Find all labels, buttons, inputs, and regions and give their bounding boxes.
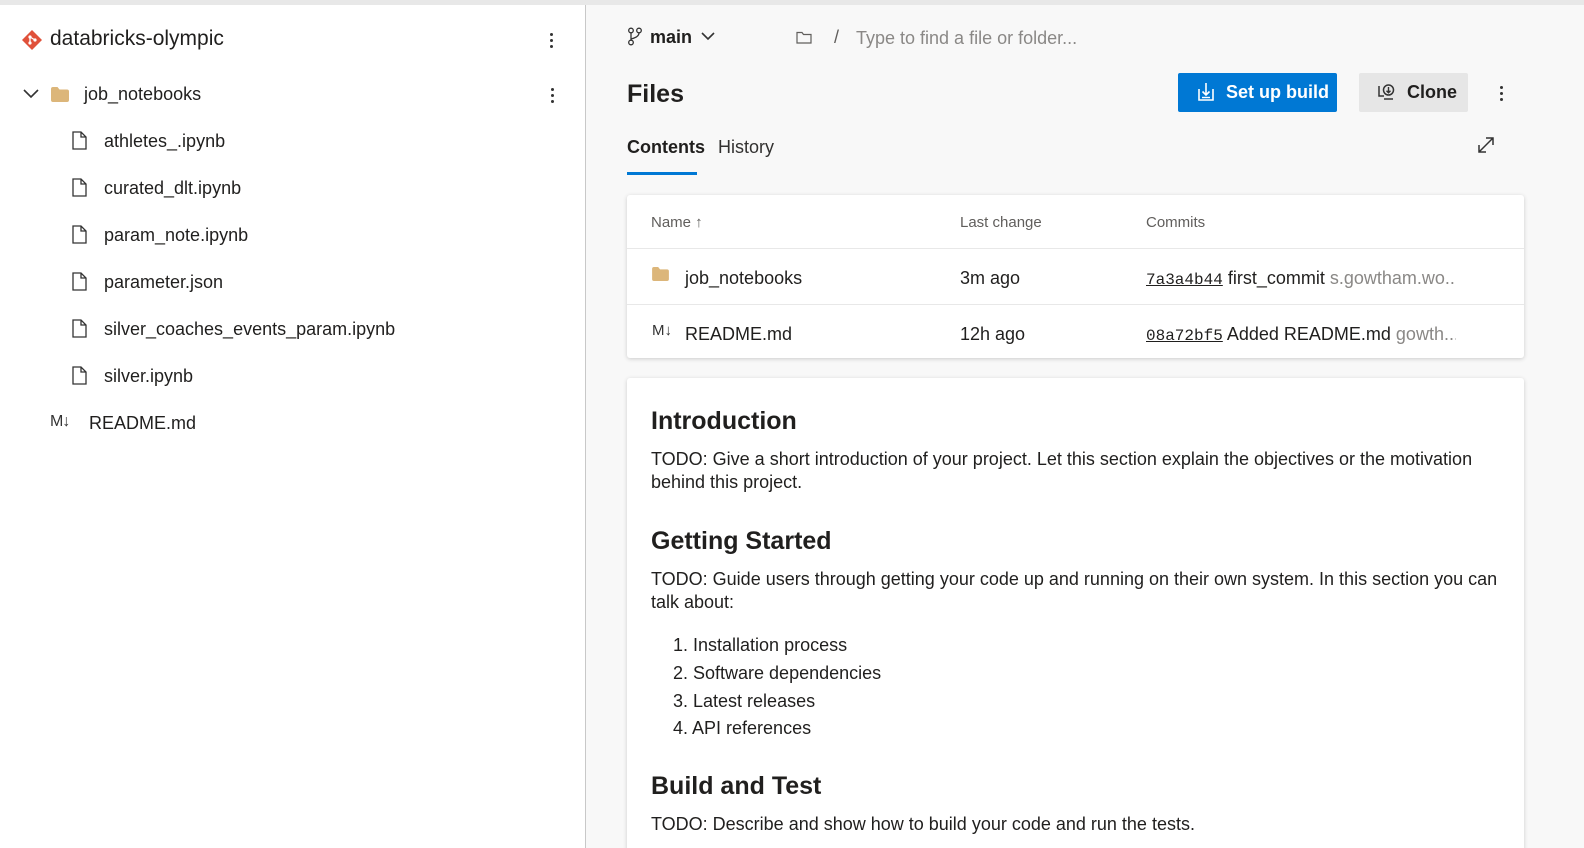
folder-more-options-button[interactable] — [542, 83, 562, 107]
tree-file-item[interactable]: param_note.ipynb — [0, 221, 586, 251]
repo-header: databricks-olympic — [0, 23, 586, 57]
tree-file-label: silver_coaches_events_param.ipynb — [104, 319, 396, 339]
folder-icon — [51, 87, 69, 102]
row-commit: 7a3a4b44 first_commit s.gowtham.wo... — [1146, 268, 1456, 289]
clone-button[interactable]: Clone — [1359, 73, 1468, 112]
file-icon — [72, 366, 87, 385]
column-header-commits: Commits — [1146, 214, 1206, 231]
setup-build-button[interactable]: Set up build — [1178, 73, 1337, 112]
file-icon — [72, 272, 87, 291]
tree-file-item[interactable]: curated_dlt.ipynb — [0, 174, 586, 204]
readme-paragraph-introduction: TODO: Give a short introduction of your … — [651, 449, 1473, 492]
row-commit: 08a72bf5 Added README.md gowth... — [1146, 324, 1456, 345]
list-item: 2. Software dependencies — [673, 663, 882, 683]
clone-label: Clone — [1407, 82, 1458, 102]
readme-heading-build-and-test: Build and Test — [651, 772, 822, 800]
sidebar: databricks-olympic job_notebooks athlete… — [0, 5, 586, 848]
table-row[interactable]: M↓ README.md 12h ago 08a72bf5 Added READ… — [627, 304, 1524, 359]
commit-message: first_commit — [1227, 268, 1325, 288]
commit-author: s.gowtham.wo... — [1329, 268, 1456, 288]
tree-folder-job-notebooks[interactable]: job_notebooks — [0, 79, 586, 111]
build-icon — [1198, 83, 1214, 101]
setup-build-label: Set up build — [1226, 82, 1329, 102]
row-last-change: 12h ago — [960, 324, 1026, 344]
row-name-link[interactable]: job_notebooks — [685, 268, 802, 289]
tree-file-item[interactable]: parameter.json — [0, 268, 586, 298]
column-header-last-change: Last change — [960, 214, 1042, 231]
readme-paragraph-build-and-test: TODO: Describe and show how to build you… — [651, 814, 1195, 834]
tree-file-readme[interactable]: M↓ README.md — [0, 409, 586, 439]
markdown-icon: M↓ — [50, 413, 70, 430]
row-name-link[interactable]: README.md — [685, 324, 792, 345]
tree-file-item[interactable]: silver.ipynb — [0, 362, 586, 392]
tree-file-label: parameter.json — [104, 272, 224, 292]
commit-author: gowth... — [1395, 324, 1456, 344]
commit-message: Added README.md — [1226, 324, 1391, 344]
tree-file-label: curated_dlt.ipynb — [104, 178, 242, 198]
chevron-down-icon[interactable] — [700, 30, 716, 42]
branch-icon — [628, 27, 642, 46]
repo-more-options-button[interactable] — [541, 28, 561, 52]
tree-file-item[interactable]: athletes_.ipynb — [0, 127, 586, 157]
chevron-down-icon[interactable] — [22, 85, 40, 103]
page-title: Files — [627, 80, 684, 108]
file-icon — [72, 131, 87, 150]
column-header-name[interactable]: Name ↑ — [651, 214, 703, 231]
file-icon — [72, 319, 87, 338]
expand-icon[interactable] — [1477, 136, 1495, 154]
tree-file-label: athletes_.ipynb — [104, 131, 226, 151]
list-item: 1. Installation process — [673, 635, 848, 655]
tree-file-label: param_note.ipynb — [104, 225, 249, 245]
tree-file-label: silver.ipynb — [104, 366, 194, 386]
commit-hash-link[interactable]: 08a72bf5 — [1146, 327, 1223, 345]
readme-heading-getting-started: Getting Started — [651, 527, 832, 555]
file-icon — [72, 178, 87, 197]
repo-name[interactable]: databricks-olympic — [50, 27, 224, 51]
row-last-change: 3m ago — [960, 268, 1021, 288]
tree-folder-label: job_notebooks — [84, 84, 202, 104]
files-table: Name ↑ Last change Commits job_notebooks… — [627, 195, 1524, 358]
tab-contents[interactable]: Contents — [627, 137, 705, 175]
tab-history[interactable]: History — [718, 137, 774, 175]
file-search-input[interactable] — [856, 24, 1176, 52]
list-item: 3. Latest releases — [673, 691, 816, 711]
readme-heading-introduction: Introduction — [651, 407, 797, 435]
more-actions-button[interactable] — [1491, 81, 1511, 105]
file-icon — [72, 225, 87, 244]
table-row[interactable]: job_notebooks 3m ago 7a3a4b44 first_comm… — [627, 248, 1524, 303]
path-separator: / — [834, 27, 840, 47]
markdown-icon: M↓ — [652, 322, 672, 339]
list-item: 4. API references — [673, 718, 812, 738]
folder-icon — [652, 267, 669, 281]
tree-file-label: README.md — [89, 413, 197, 433]
tree-file-item[interactable]: silver_coaches_events_param.ipynb — [0, 315, 586, 345]
commit-hash-link[interactable]: 7a3a4b44 — [1146, 271, 1223, 289]
branch-selector[interactable]: main — [650, 27, 692, 48]
clone-icon — [1378, 84, 1395, 100]
folder-outline-icon — [796, 31, 812, 44]
readme-preview: Introduction TODO: Give a short introduc… — [627, 378, 1524, 848]
git-repo-icon — [22, 30, 42, 50]
readme-paragraph-getting-started: TODO: Guide users through getting your c… — [651, 569, 1498, 612]
